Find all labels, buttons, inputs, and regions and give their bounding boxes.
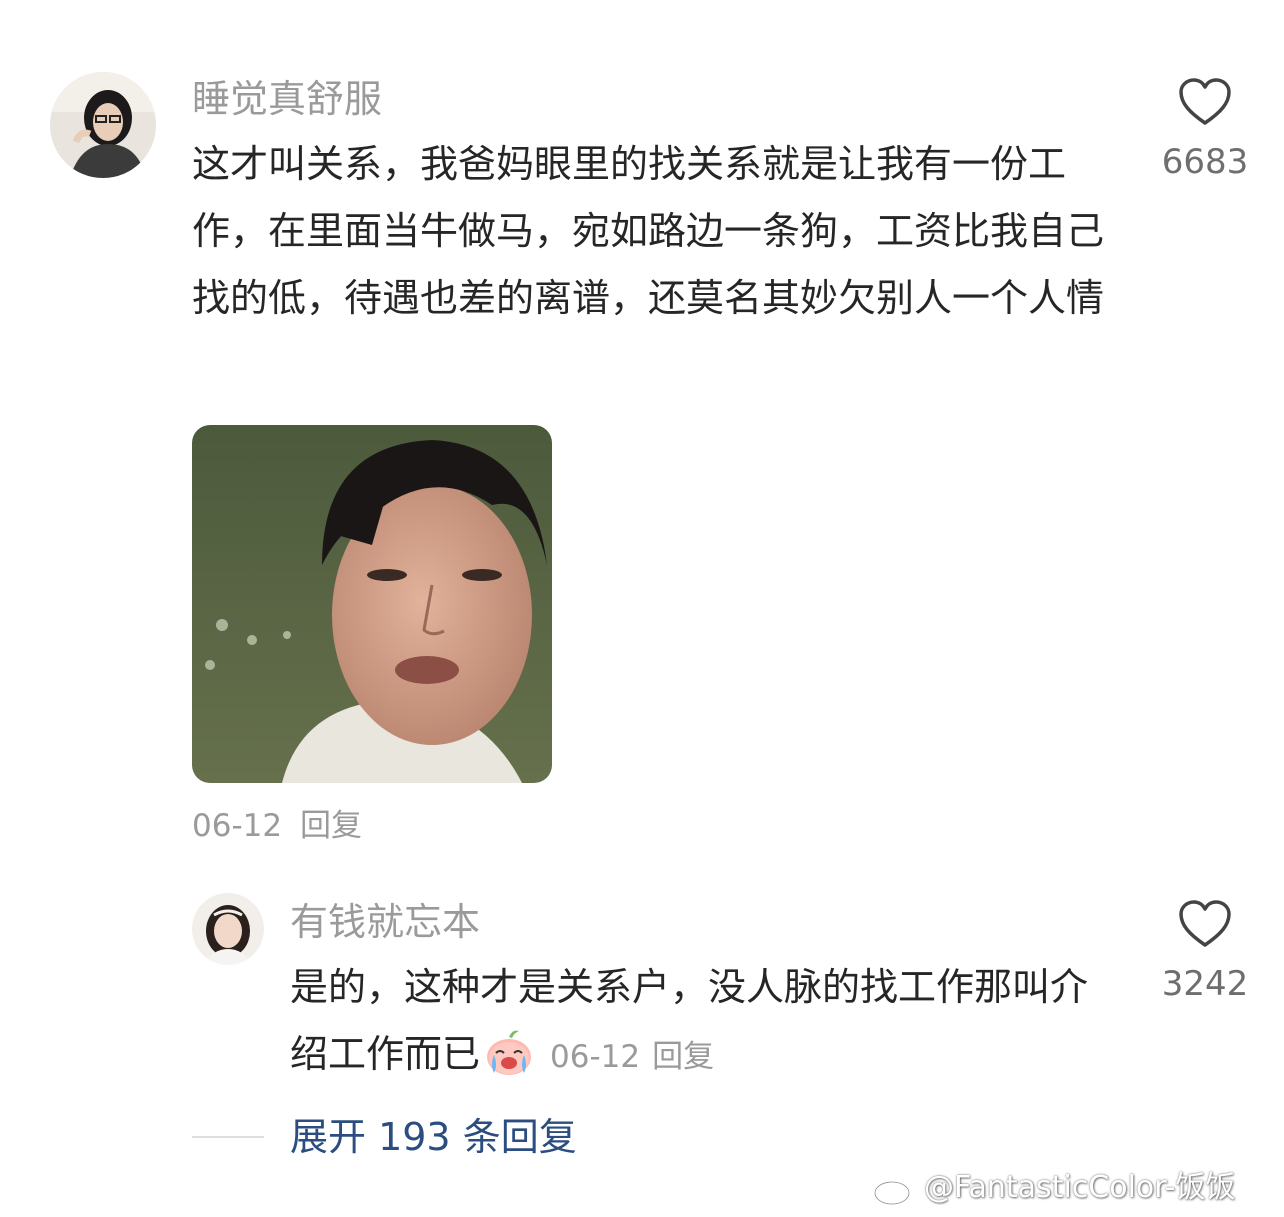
- reply-date: 06-12: [550, 1039, 641, 1075]
- expand-replies-button[interactable]: 展开 193 条回复: [290, 1112, 577, 1162]
- avatar-commenter[interactable]: [50, 72, 156, 178]
- comment-like-button[interactable]: 6683: [1150, 76, 1260, 184]
- expand-divider: [192, 1136, 264, 1138]
- watermark-text: @FantasticColor-饭饭: [924, 1170, 1236, 1205]
- reply-like-count: 3242: [1161, 964, 1249, 1004]
- meme-face-image[interactable]: [192, 425, 552, 783]
- heart-outline-icon: [1179, 78, 1231, 125]
- avatar-replier[interactable]: [192, 893, 264, 965]
- crying-peach-emoji: [484, 1027, 534, 1077]
- replier-username[interactable]: 有钱就忘本: [290, 897, 480, 947]
- comment-meta: 06-12 回复: [192, 806, 362, 846]
- commenter-username[interactable]: 睡觉真舒服: [192, 74, 382, 124]
- watermark: @FantasticColor-饭饭: [872, 1168, 1236, 1208]
- heart-outline-icon: [1179, 900, 1231, 947]
- weibo-logo-icon: [873, 1173, 916, 1206]
- reply-like-button[interactable]: 3242: [1150, 898, 1260, 1006]
- comment-like-count: 6683: [1161, 142, 1249, 182]
- comment-date: 06-12: [192, 808, 283, 844]
- reply-text-block: 是的，这种才是关系户，没人脉的找工作那叫介绍工作而已 06-12 回复: [290, 954, 1100, 1088]
- comment-text: 这才叫关系，我爸妈眼里的找关系就是让我有一份工作，在里面当牛做马，宛如路边一条狗…: [192, 142, 1105, 320]
- reply-reply-button[interactable]: 回复: [652, 1039, 714, 1075]
- comment-reply-button[interactable]: 回复: [300, 808, 362, 844]
